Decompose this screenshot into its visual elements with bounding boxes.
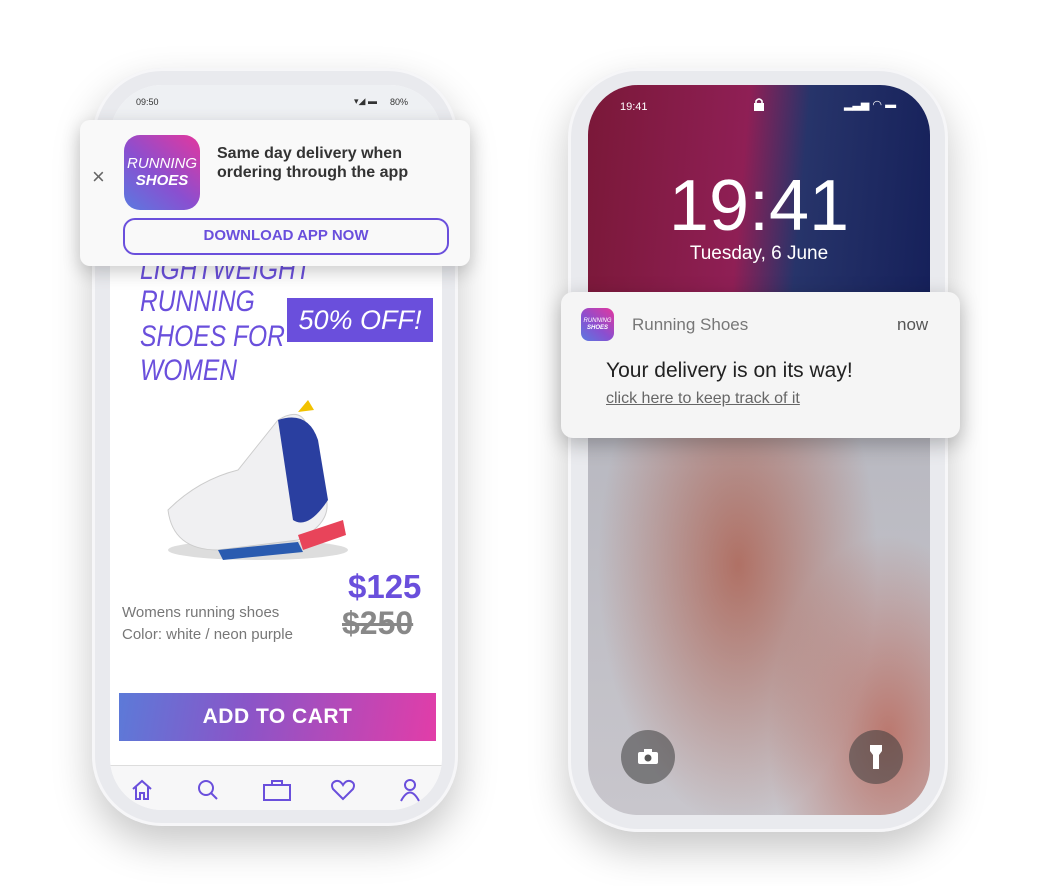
- camera-button[interactable]: [621, 730, 675, 784]
- camera-icon: [638, 749, 658, 764]
- close-button[interactable]: ×: [92, 164, 105, 190]
- add-to-cart-button[interactable]: ADD TO CART: [119, 693, 436, 741]
- banner-message: Same day delivery when ordering through …: [217, 145, 409, 181]
- original-price: $250: [342, 605, 414, 641]
- app-icon-text: RUNNING: [583, 318, 612, 324]
- headline-line: RUNNING: [140, 285, 255, 318]
- bottom-nav: [110, 765, 442, 810]
- lock-phone: 19:41 ▂▃▅ ◠ ▬ 19:41 Tuesday, 6 June: [568, 68, 948, 832]
- flashlight-button[interactable]: [849, 730, 903, 784]
- bag-icon[interactable]: [262, 778, 292, 802]
- app-icon-text: SHOES: [135, 172, 189, 189]
- heart-icon[interactable]: [330, 778, 356, 802]
- lock-clock: 19:41: [668, 166, 850, 246]
- search-icon[interactable]: [196, 778, 220, 802]
- app-icon: RUNNING SHOES: [124, 135, 200, 210]
- battery-level: 80%: [390, 97, 409, 107]
- lock-date: Tuesday, 6 June: [689, 243, 829, 264]
- notification-time: now: [897, 315, 929, 334]
- product-description: Womens running shoes: [122, 604, 280, 621]
- notification-title: Your delivery is on its way!: [606, 359, 853, 382]
- headline-line: WOMEN: [140, 354, 238, 387]
- home-icon[interactable]: [130, 778, 154, 802]
- discount-badge: 50% OFF!: [287, 298, 433, 342]
- product-color: Color: white / neon purple: [122, 626, 293, 643]
- download-app-banner: × RUNNING SHOES Same day delivery when o…: [80, 120, 470, 266]
- status-time: 19:41: [620, 101, 648, 113]
- signal-icon: ▾◢ ▬: [354, 96, 377, 106]
- delivery-notification[interactable]: RUNNING SHOES Running Shoes now Your del…: [561, 292, 960, 438]
- headline-line: SHOES FOR: [140, 320, 285, 353]
- status-bar: 09:50 ▾◢ ▬ 80%: [110, 85, 442, 125]
- signal-wifi-battery-icon: ▂▃▅ ◠ ▬: [844, 99, 897, 111]
- app-icon-text: RUNNING: [127, 155, 197, 172]
- lock-icon: [754, 98, 764, 111]
- download-app-button[interactable]: DOWNLOAD APP NOW: [123, 218, 449, 255]
- user-icon[interactable]: [398, 778, 422, 802]
- lock-screen: 19:41 ▂▃▅ ◠ ▬ 19:41 Tuesday, 6 June: [588, 85, 930, 815]
- notification-app-name: Running Shoes: [632, 315, 749, 334]
- flashlight-icon: [870, 745, 882, 769]
- sneaker-image: [167, 400, 348, 560]
- app-icon: RUNNING SHOES: [581, 308, 614, 341]
- status-time: 09:50: [136, 97, 159, 107]
- track-delivery-link[interactable]: click here to keep track of it: [606, 390, 800, 408]
- app-icon-text: SHOES: [586, 325, 608, 331]
- sale-price: $125: [348, 568, 422, 605]
